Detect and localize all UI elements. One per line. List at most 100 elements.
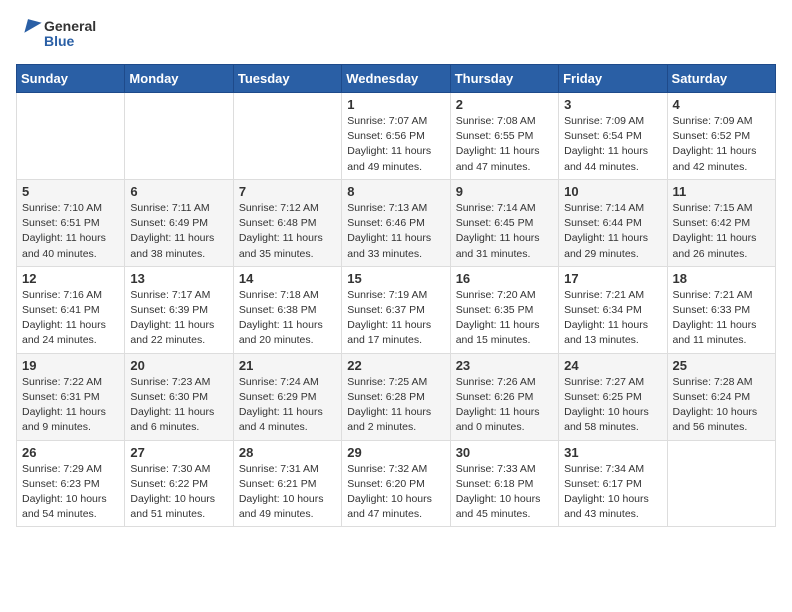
- day-of-week-header: Saturday: [667, 65, 775, 93]
- calendar-cell: 22Sunrise: 7:25 AM Sunset: 6:28 PM Dayli…: [342, 353, 450, 440]
- calendar-week-row: 5 Sunrise: 7:10 AM Sunset: 6:51 PM Daylig…: [17, 179, 776, 266]
- day-info: Sunrise: 7:16 AM Sunset: 6:41 PM Dayligh…: [22, 288, 119, 349]
- day-of-week-header: Monday: [125, 65, 233, 93]
- day-number: 25: [673, 358, 770, 373]
- day-number: 7: [239, 184, 336, 199]
- day-info: Sunrise: 7:25 AM Sunset: 6:28 PM Dayligh…: [347, 375, 444, 436]
- logo: GeneralBlue: [16, 16, 106, 52]
- day-of-week-header: Thursday: [450, 65, 558, 93]
- day-of-week-header: Tuesday: [233, 65, 341, 93]
- calendar-cell: 5 Sunrise: 7:10 AM Sunset: 6:51 PM Daylig…: [17, 179, 125, 266]
- calendar-cell: 27 Sunrise: 7:30 AM Sunset: 6:22 PM Dayli…: [125, 440, 233, 527]
- day-info: Sunrise: 7:08 AM Sunset: 6:55 PM Dayligh…: [456, 114, 553, 175]
- day-number: 27: [130, 445, 227, 460]
- day-number: 21: [239, 358, 336, 373]
- calendar-cell: 29 Sunrise: 7:32 AM Sunset: 6:20 PM Dayli…: [342, 440, 450, 527]
- calendar-cell: 15 Sunrise: 7:19 AM Sunset: 6:37 PM Dayli…: [342, 266, 450, 353]
- svg-text:General: General: [44, 18, 96, 34]
- calendar-cell: 11Sunrise: 7:15 AM Sunset: 6:42 PM Dayli…: [667, 179, 775, 266]
- day-info: Sunrise: 7:22 AM Sunset: 6:31 PM Dayligh…: [22, 375, 119, 436]
- day-number: 2: [456, 97, 553, 112]
- calendar-week-row: 19 Sunrise: 7:22 AM Sunset: 6:31 PM Dayli…: [17, 353, 776, 440]
- day-number: 10: [564, 184, 661, 199]
- calendar-cell: 26Sunrise: 7:29 AM Sunset: 6:23 PM Dayli…: [17, 440, 125, 527]
- day-of-week-header: Wednesday: [342, 65, 450, 93]
- calendar-cell: 12 Sunrise: 7:16 AM Sunset: 6:41 PM Dayli…: [17, 266, 125, 353]
- calendar-header-row: SundayMondayTuesdayWednesdayThursdayFrid…: [17, 65, 776, 93]
- svg-text:Blue: Blue: [44, 33, 75, 49]
- calendar-cell: 4Sunrise: 7:09 AM Sunset: 6:52 PM Daylig…: [667, 93, 775, 180]
- calendar-cell: 23Sunrise: 7:26 AM Sunset: 6:26 PM Dayli…: [450, 353, 558, 440]
- day-info: Sunrise: 7:09 AM Sunset: 6:52 PM Dayligh…: [673, 114, 770, 175]
- calendar-cell: 6 Sunrise: 7:11 AM Sunset: 6:49 PM Daylig…: [125, 179, 233, 266]
- calendar-cell: 1Sunrise: 7:07 AM Sunset: 6:56 PM Daylig…: [342, 93, 450, 180]
- calendar-week-row: 26Sunrise: 7:29 AM Sunset: 6:23 PM Dayli…: [17, 440, 776, 527]
- calendar-cell: 9 Sunrise: 7:14 AM Sunset: 6:45 PM Daylig…: [450, 179, 558, 266]
- day-number: 18: [673, 271, 770, 286]
- day-info: Sunrise: 7:29 AM Sunset: 6:23 PM Dayligh…: [22, 462, 119, 523]
- day-number: 17: [564, 271, 661, 286]
- day-info: Sunrise: 7:27 AM Sunset: 6:25 PM Dayligh…: [564, 375, 661, 436]
- calendar-cell: 8 Sunrise: 7:13 AM Sunset: 6:46 PM Daylig…: [342, 179, 450, 266]
- day-of-week-header: Friday: [559, 65, 667, 93]
- logo-svg: GeneralBlue: [16, 16, 106, 52]
- day-info: Sunrise: 7:33 AM Sunset: 6:18 PM Dayligh…: [456, 462, 553, 523]
- day-number: 15: [347, 271, 444, 286]
- calendar-cell: [17, 93, 125, 180]
- day-info: Sunrise: 7:14 AM Sunset: 6:44 PM Dayligh…: [564, 201, 661, 262]
- calendar-cell: 10 Sunrise: 7:14 AM Sunset: 6:44 PM Dayli…: [559, 179, 667, 266]
- day-info: Sunrise: 7:21 AM Sunset: 6:33 PM Dayligh…: [673, 288, 770, 349]
- day-number: 8: [347, 184, 444, 199]
- day-number: 16: [456, 271, 553, 286]
- day-of-week-header: Sunday: [17, 65, 125, 93]
- day-number: 28: [239, 445, 336, 460]
- calendar-table: SundayMondayTuesdayWednesdayThursdayFrid…: [16, 64, 776, 527]
- day-info: Sunrise: 7:23 AM Sunset: 6:30 PM Dayligh…: [130, 375, 227, 436]
- calendar-cell: 28 Sunrise: 7:31 AM Sunset: 6:21 PM Dayli…: [233, 440, 341, 527]
- day-info: Sunrise: 7:31 AM Sunset: 6:21 PM Dayligh…: [239, 462, 336, 523]
- day-number: 24: [564, 358, 661, 373]
- day-info: Sunrise: 7:30 AM Sunset: 6:22 PM Dayligh…: [130, 462, 227, 523]
- day-info: Sunrise: 7:10 AM Sunset: 6:51 PM Dayligh…: [22, 201, 119, 262]
- day-number: 6: [130, 184, 227, 199]
- calendar-cell: 20 Sunrise: 7:23 AM Sunset: 6:30 PM Dayli…: [125, 353, 233, 440]
- day-info: Sunrise: 7:13 AM Sunset: 6:46 PM Dayligh…: [347, 201, 444, 262]
- day-info: Sunrise: 7:28 AM Sunset: 6:24 PM Dayligh…: [673, 375, 770, 436]
- day-info: Sunrise: 7:20 AM Sunset: 6:35 PM Dayligh…: [456, 288, 553, 349]
- day-number: 31: [564, 445, 661, 460]
- day-number: 20: [130, 358, 227, 373]
- day-number: 9: [456, 184, 553, 199]
- day-number: 29: [347, 445, 444, 460]
- day-info: Sunrise: 7:34 AM Sunset: 6:17 PM Dayligh…: [564, 462, 661, 523]
- day-info: Sunrise: 7:11 AM Sunset: 6:49 PM Dayligh…: [130, 201, 227, 262]
- day-number: 5: [22, 184, 119, 199]
- day-number: 14: [239, 271, 336, 286]
- day-number: 13: [130, 271, 227, 286]
- day-info: Sunrise: 7:12 AM Sunset: 6:48 PM Dayligh…: [239, 201, 336, 262]
- day-number: 11: [673, 184, 770, 199]
- calendar-cell: [125, 93, 233, 180]
- day-info: Sunrise: 7:17 AM Sunset: 6:39 PM Dayligh…: [130, 288, 227, 349]
- calendar-cell: [233, 93, 341, 180]
- calendar-cell: 7 Sunrise: 7:12 AM Sunset: 6:48 PM Daylig…: [233, 179, 341, 266]
- calendar-week-row: 12 Sunrise: 7:16 AM Sunset: 6:41 PM Dayli…: [17, 266, 776, 353]
- day-number: 12: [22, 271, 119, 286]
- calendar-cell: 30 Sunrise: 7:33 AM Sunset: 6:18 PM Dayli…: [450, 440, 558, 527]
- day-number: 30: [456, 445, 553, 460]
- calendar-cell: 21 Sunrise: 7:24 AM Sunset: 6:29 PM Dayli…: [233, 353, 341, 440]
- day-info: Sunrise: 7:24 AM Sunset: 6:29 PM Dayligh…: [239, 375, 336, 436]
- calendar-cell: 3Sunrise: 7:09 AM Sunset: 6:54 PM Daylig…: [559, 93, 667, 180]
- calendar-cell: 24 Sunrise: 7:27 AM Sunset: 6:25 PM Dayli…: [559, 353, 667, 440]
- calendar-cell: 31 Sunrise: 7:34 AM Sunset: 6:17 PM Dayli…: [559, 440, 667, 527]
- day-number: 23: [456, 358, 553, 373]
- calendar-cell: 17Sunrise: 7:21 AM Sunset: 6:34 PM Dayli…: [559, 266, 667, 353]
- header: GeneralBlue: [16, 16, 776, 52]
- day-number: 1: [347, 97, 444, 112]
- day-info: Sunrise: 7:09 AM Sunset: 6:54 PM Dayligh…: [564, 114, 661, 175]
- day-info: Sunrise: 7:19 AM Sunset: 6:37 PM Dayligh…: [347, 288, 444, 349]
- day-info: Sunrise: 7:32 AM Sunset: 6:20 PM Dayligh…: [347, 462, 444, 523]
- day-number: 19: [22, 358, 119, 373]
- day-info: Sunrise: 7:14 AM Sunset: 6:45 PM Dayligh…: [456, 201, 553, 262]
- calendar-cell: 16 Sunrise: 7:20 AM Sunset: 6:35 PM Dayli…: [450, 266, 558, 353]
- calendar-cell: 18 Sunrise: 7:21 AM Sunset: 6:33 PM Dayli…: [667, 266, 775, 353]
